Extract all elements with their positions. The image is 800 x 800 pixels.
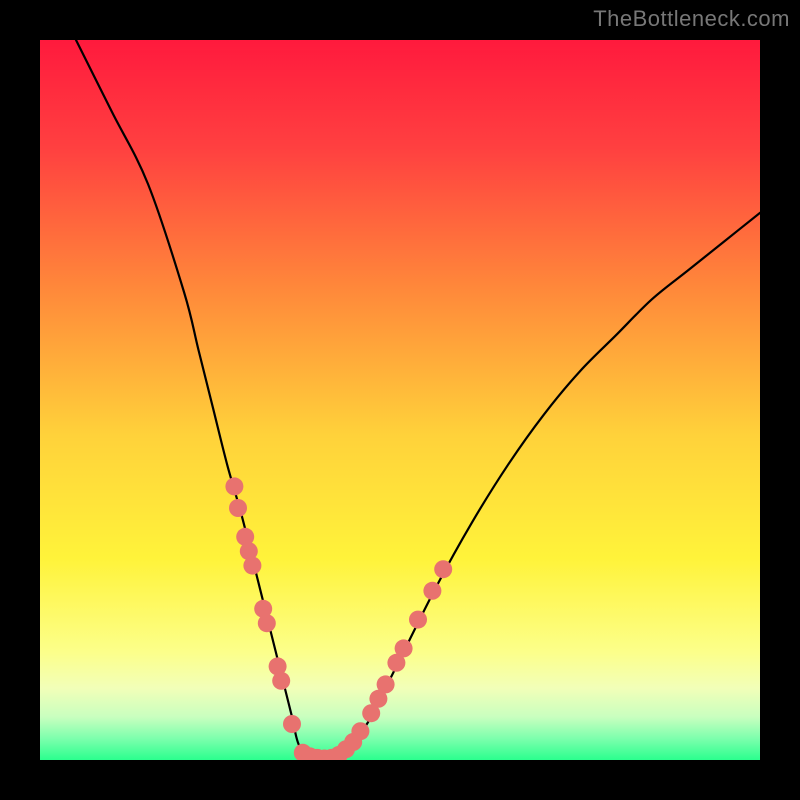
data-marker	[229, 499, 247, 517]
data-marker	[409, 611, 427, 629]
data-marker	[423, 582, 441, 600]
chart-area	[40, 40, 760, 760]
data-marker	[243, 557, 261, 575]
data-marker	[258, 614, 276, 632]
watermark-text: TheBottleneck.com	[593, 6, 790, 32]
data-marker	[395, 639, 413, 657]
chart-svg	[40, 40, 760, 760]
data-marker	[283, 715, 301, 733]
data-marker	[272, 672, 290, 690]
data-marker	[434, 560, 452, 578]
data-marker	[377, 675, 395, 693]
data-marker	[351, 722, 369, 740]
data-marker	[225, 477, 243, 495]
